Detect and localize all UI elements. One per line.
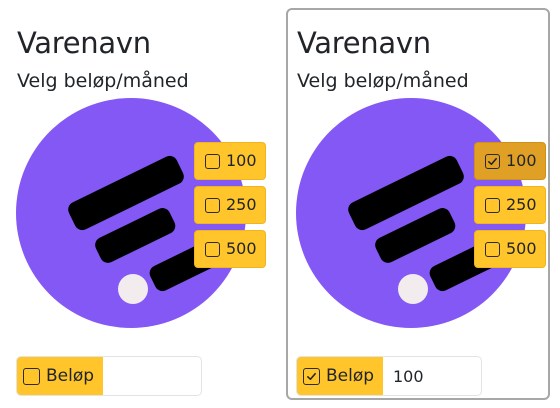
amount-options: 100 250 500 bbox=[194, 142, 266, 274]
product-card-1: Varenavn Velg beløp/måned 100 250 500 Be… bbox=[6, 8, 270, 400]
checkbox-icon[interactable] bbox=[485, 197, 500, 213]
option-500[interactable]: 500 bbox=[194, 230, 266, 268]
option-label: 250 bbox=[226, 195, 257, 214]
product-title: Varenavn bbox=[297, 26, 431, 60]
option-100[interactable]: 100 bbox=[474, 142, 546, 180]
amount-prompt: Velg beløp/måned bbox=[297, 70, 469, 92]
custom-amount-toggle[interactable]: Beløp bbox=[17, 357, 103, 395]
option-100[interactable]: 100 bbox=[194, 142, 266, 180]
product-card-2: Varenavn Velg beløp/måned 100 250 500 Be… bbox=[286, 8, 550, 400]
option-label: 500 bbox=[506, 239, 537, 258]
option-label: 250 bbox=[506, 195, 537, 214]
option-250[interactable]: 250 bbox=[474, 186, 546, 224]
option-label: 100 bbox=[226, 151, 257, 170]
custom-amount-label: Beløp bbox=[46, 366, 95, 386]
checkbox-checked-icon[interactable] bbox=[485, 153, 500, 169]
checkbox-icon[interactable] bbox=[23, 367, 40, 385]
custom-amount-toggle[interactable]: Beløp bbox=[297, 357, 383, 395]
option-500[interactable]: 500 bbox=[474, 230, 546, 268]
option-250[interactable]: 250 bbox=[194, 186, 266, 224]
amount-options: 100 250 500 bbox=[474, 142, 546, 274]
custom-amount-group: Beløp bbox=[16, 356, 202, 396]
checkbox-checked-icon[interactable] bbox=[303, 367, 320, 385]
checkbox-icon[interactable] bbox=[485, 241, 500, 257]
checkbox-icon[interactable] bbox=[205, 197, 220, 213]
option-label: 500 bbox=[226, 239, 257, 258]
custom-amount-group: Beløp bbox=[296, 356, 482, 396]
checkbox-icon[interactable] bbox=[205, 241, 220, 257]
product-title: Varenavn bbox=[17, 26, 151, 60]
custom-amount-input[interactable] bbox=[103, 357, 201, 395]
custom-amount-label: Beløp bbox=[326, 366, 375, 386]
checkbox-icon[interactable] bbox=[205, 153, 220, 169]
amount-prompt: Velg beløp/måned bbox=[17, 70, 189, 92]
custom-amount-input[interactable] bbox=[383, 357, 481, 395]
option-label: 100 bbox=[506, 151, 537, 170]
